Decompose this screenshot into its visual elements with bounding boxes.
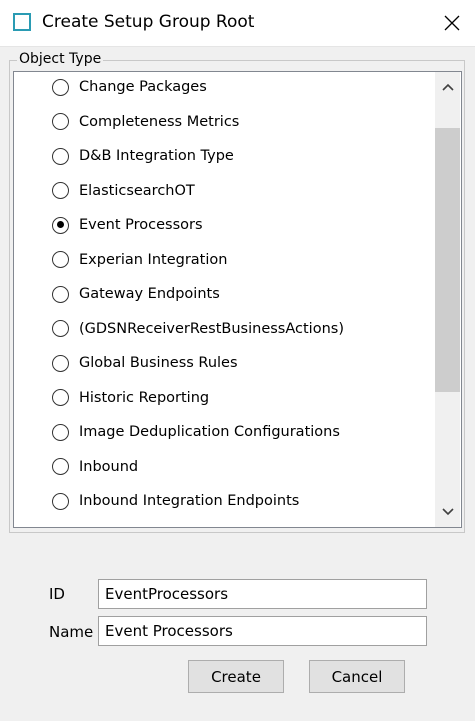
id-label: ID <box>49 585 65 603</box>
radio-option-label: Inbound Integration Endpoints <box>79 493 300 509</box>
radio-unselected-icon[interactable] <box>52 285 69 303</box>
object-type-legend: Object Type <box>17 51 104 67</box>
scroll-thumb[interactable] <box>435 128 460 392</box>
radio-option[interactable]: MatchingActions <box>52 522 199 529</box>
radio-unselected-icon[interactable] <box>52 423 69 441</box>
radio-option[interactable]: D&B Integration Type <box>52 142 234 170</box>
object-type-list[interactable]: Change Packages Completeness Metrics D&B I… <box>13 71 462 528</box>
radio-option[interactable]: Inbound Integration Endpoints <box>52 487 299 515</box>
id-field[interactable] <box>98 579 427 609</box>
cancel-button[interactable]: Cancel <box>309 660 405 693</box>
radio-unselected-icon[interactable] <box>52 182 69 199</box>
radio-option-label: Historic Reporting <box>79 389 210 406</box>
radio-option-label: Change Packages <box>79 79 207 95</box>
chevron-up-icon <box>441 83 454 91</box>
radio-option-label: Inbound <box>79 458 139 475</box>
radio-unselected-icon[interactable] <box>52 147 69 165</box>
radio-option[interactable]: Historic Reporting <box>52 384 209 412</box>
radio-option[interactable]: ElasticsearchOT <box>52 177 195 205</box>
radio-option[interactable]: Image Deduplication Configurations <box>52 418 340 446</box>
radio-option-label: D&B Integration Type <box>79 148 234 164</box>
radio-unselected-icon[interactable] <box>52 458 69 475</box>
radio-option[interactable]: Inbound <box>52 453 138 481</box>
radio-option[interactable]: Event Processors <box>52 211 203 239</box>
dialog-window: Create Setup Group Root Object Type Chan… <box>0 0 475 721</box>
radio-unselected-icon[interactable] <box>52 492 69 510</box>
radio-unselected-icon[interactable] <box>52 78 69 96</box>
name-field[interactable] <box>98 616 427 646</box>
radio-option-label: Global Business Rules <box>79 355 238 371</box>
radio-option-label: ElasticsearchOT <box>79 182 195 199</box>
title-bar: Create Setup Group Root <box>0 0 475 47</box>
radio-option-label: MatchingActions <box>79 528 199 529</box>
radio-unselected-icon[interactable] <box>52 251 69 268</box>
close-icon <box>444 15 460 31</box>
radio-option[interactable]: Change Packages <box>52 73 207 101</box>
window-title: Create Setup Group Root <box>42 12 255 32</box>
radio-unselected-icon[interactable] <box>52 354 69 372</box>
radio-option-label: Image Deduplication Configurations <box>79 424 340 440</box>
radio-unselected-icon[interactable] <box>52 113 69 130</box>
radio-option-label: Gateway Endpoints <box>79 286 220 302</box>
radio-selected-icon[interactable] <box>52 216 69 234</box>
radio-option[interactable]: Completeness Metrics <box>52 108 239 136</box>
radio-option-label: Experian Integration <box>79 251 228 268</box>
chevron-down-icon <box>441 508 454 516</box>
radio-option-label: (GDSNReceiverRestBusinessActions) <box>79 320 344 337</box>
radio-unselected-icon[interactable] <box>52 320 69 337</box>
radio-option-label: Event Processors <box>79 217 203 233</box>
app-icon <box>13 13 31 31</box>
radio-option[interactable]: Experian Integration <box>52 246 227 274</box>
radio-unselected-icon[interactable] <box>52 389 69 406</box>
radio-option[interactable]: (GDSNReceiverRestBusinessActions) <box>52 315 344 343</box>
radio-unselected-icon[interactable] <box>52 527 69 528</box>
create-button[interactable]: Create <box>188 660 284 693</box>
name-label: Name <box>49 623 94 641</box>
radio-option-label: Completeness Metrics <box>79 113 240 130</box>
scroll-up-button[interactable] <box>435 72 460 102</box>
close-button[interactable] <box>429 0 475 46</box>
list-scrollbar[interactable] <box>435 72 460 527</box>
scroll-down-button[interactable] <box>435 497 460 527</box>
radio-option[interactable]: Global Business Rules <box>52 349 238 377</box>
radio-option[interactable]: Gateway Endpoints <box>52 280 220 308</box>
